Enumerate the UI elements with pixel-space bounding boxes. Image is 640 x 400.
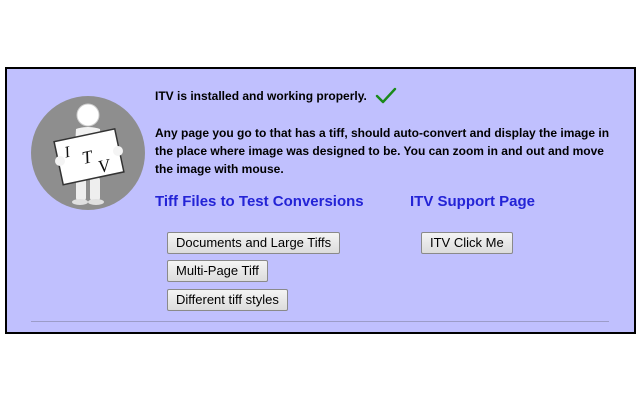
different-tiff-styles-button[interactable]: Different tiff styles xyxy=(167,289,288,311)
status-line: ITV is installed and working properly. xyxy=(155,87,397,105)
figure-right-leg xyxy=(90,177,100,201)
popup-panel: I T V ITV is installed and working prope… xyxy=(5,67,636,334)
figure-right-foot xyxy=(88,199,104,205)
status-message: ITV is installed and working properly. xyxy=(155,89,367,103)
support-page-link[interactable]: ITV Support Page xyxy=(410,193,535,210)
figure-left-hand xyxy=(55,156,65,166)
multi-page-tiff-button[interactable]: Multi-Page Tiff xyxy=(167,260,268,282)
figure-head xyxy=(76,103,100,127)
checkmark-icon xyxy=(375,87,397,104)
figure-left-foot xyxy=(72,199,88,205)
itv-logo: I T V xyxy=(31,96,145,210)
itv-click-me-button[interactable]: ITV Click Me xyxy=(421,232,513,254)
documents-large-tiffs-button[interactable]: Documents and Large Tiffs xyxy=(167,232,341,254)
tiff-files-link[interactable]: Tiff Files to Test Conversions xyxy=(155,193,364,210)
divider xyxy=(31,321,609,322)
figure-right-hand xyxy=(113,146,123,156)
description-text: Any page you go to that has a tiff, shou… xyxy=(155,126,610,176)
